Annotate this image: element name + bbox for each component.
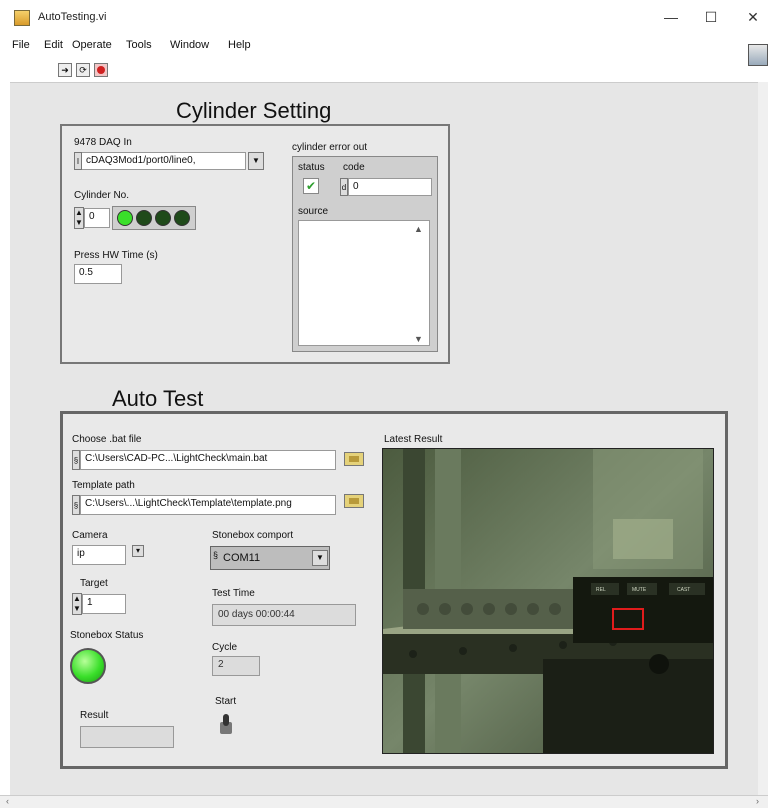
- stonebox-status-led: [70, 648, 106, 684]
- toolbar: [0, 56, 768, 82]
- cylinder-setting-heading: Cylinder Setting: [176, 98, 332, 123]
- close-button[interactable]: ✕: [742, 6, 764, 28]
- cylinder-led-1: [136, 210, 152, 226]
- io-name-icon: I: [74, 152, 82, 170]
- daq-in-field[interactable]: cDAQ3Mod1/port0/line0,: [82, 152, 246, 170]
- template-browse-folder-icon[interactable]: [344, 494, 364, 508]
- menu-bar: File Edit Operate Tools Window Help: [0, 36, 768, 56]
- scroll-left-icon[interactable]: ‹: [6, 796, 9, 806]
- menu-file[interactable]: File: [12, 39, 30, 51]
- camera-field[interactable]: ip: [72, 545, 126, 565]
- start-label: Start: [215, 696, 237, 707]
- template-path-icon: §: [72, 495, 80, 515]
- comport-selector[interactable]: § COM11 ▼: [210, 546, 330, 570]
- bat-file-label: Choose .bat file: [72, 434, 142, 445]
- latest-result-label: Latest Result: [384, 434, 443, 445]
- press-time-label: Press HW Time (s): [74, 250, 158, 261]
- title-bar: [0, 0, 768, 36]
- cycle-label: Cycle: [212, 642, 238, 653]
- camera-button-mute-label: MUTE: [632, 587, 647, 593]
- source-textbox[interactable]: [298, 220, 430, 346]
- status-check-icon: ✔: [303, 178, 319, 194]
- cylinder-error-out-label: cylinder error out: [292, 142, 368, 153]
- cylinder-no-field[interactable]: 0: [84, 208, 110, 228]
- comport-value: COM11: [223, 552, 261, 564]
- template-path-field[interactable]: C:\Users\...\LightCheck\Template\templat…: [80, 495, 336, 515]
- labview-vi-icon: [14, 10, 30, 26]
- vertical-scrollbar[interactable]: [758, 82, 768, 795]
- target-field[interactable]: 1: [82, 594, 126, 614]
- window-title: AutoTesting.vi: [38, 11, 107, 23]
- start-toggle-switch[interactable]: [218, 714, 234, 736]
- menu-window[interactable]: Window: [170, 39, 209, 51]
- comport-dropdown-button[interactable]: ▼: [312, 550, 328, 566]
- status-label: status: [298, 162, 325, 173]
- run-arrow-icon[interactable]: ➜: [58, 63, 72, 77]
- code-radix-icon: d: [340, 178, 348, 196]
- cycle-indicator: 2: [212, 656, 260, 676]
- maximize-button[interactable]: ☐: [700, 6, 722, 28]
- path-icon: §: [72, 450, 80, 470]
- scroll-right-icon[interactable]: ›: [756, 796, 759, 806]
- cylinder-led-2: [155, 210, 171, 226]
- menu-operate[interactable]: Operate: [72, 39, 112, 51]
- toggle-lever: [223, 714, 229, 726]
- abort-icon[interactable]: [94, 63, 108, 77]
- cylinder-no-stepper[interactable]: ▲ ▼: [74, 207, 84, 229]
- target-label: Target: [80, 578, 108, 589]
- cylinder-led-0: [117, 210, 133, 226]
- camera-frame-graphic: REL MUTE CAST: [383, 449, 713, 753]
- camera-label: Camera: [72, 530, 108, 541]
- daq-dropdown-button[interactable]: ▼: [248, 152, 264, 170]
- cylinder-led-array: [112, 206, 196, 230]
- camera-button-rel-label: REL: [596, 587, 606, 593]
- cylinder-led-3: [174, 210, 190, 226]
- source-scroll-up-icon[interactable]: ▲: [414, 224, 423, 234]
- target-stepper[interactable]: ▲ ▼: [72, 593, 82, 615]
- template-path-label: Template path: [72, 480, 135, 491]
- press-time-field[interactable]: 0.5: [74, 264, 122, 284]
- stonebox-status-label: Stonebox Status: [70, 630, 144, 641]
- menu-edit[interactable]: Edit: [44, 39, 63, 51]
- comport-label: Stonebox comport: [212, 530, 294, 541]
- code-label: code: [343, 162, 365, 173]
- horizontal-scrollbar[interactable]: ‹ ›: [0, 795, 768, 808]
- run-continuous-icon[interactable]: ⟳: [76, 63, 90, 77]
- auto-test-heading: Auto Test: [112, 386, 204, 411]
- source-label: source: [298, 206, 329, 217]
- result-label: Result: [80, 710, 109, 721]
- result-indicator: [80, 726, 174, 748]
- comport-io-icon: §: [213, 550, 219, 560]
- test-time-indicator: 00 days 00:00:44: [212, 604, 356, 626]
- menu-help[interactable]: Help: [228, 39, 251, 51]
- camera-button-cast-label: CAST: [677, 587, 690, 593]
- minimize-button[interactable]: —: [660, 6, 682, 28]
- daq-in-label: 9478 DAQ In: [74, 137, 132, 148]
- menu-tools[interactable]: Tools: [126, 39, 152, 51]
- test-time-label: Test Time: [212, 588, 255, 599]
- bat-file-field[interactable]: C:\Users\CAD-PC...\LightCheck\main.bat: [80, 450, 336, 470]
- bat-browse-folder-icon[interactable]: [344, 452, 364, 466]
- source-scroll-down-icon[interactable]: ▼: [414, 334, 423, 344]
- latest-result-image: REL MUTE CAST: [382, 448, 714, 754]
- camera-browse-button[interactable]: ▾: [132, 545, 144, 557]
- code-field[interactable]: 0: [348, 178, 432, 196]
- cylinder-no-label: Cylinder No.: [74, 190, 130, 201]
